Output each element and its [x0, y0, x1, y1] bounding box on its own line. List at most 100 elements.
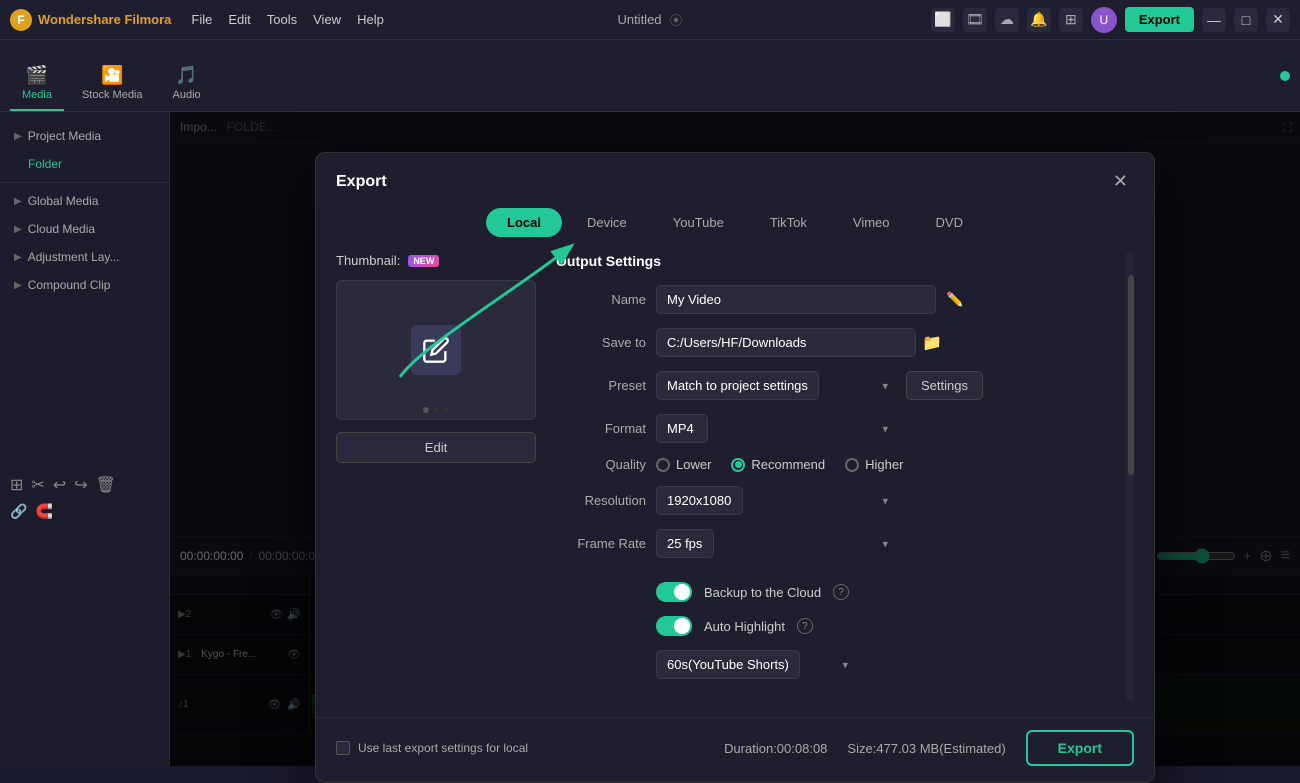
arrow-icon-5: ▶ — [14, 280, 22, 291]
edit-thumbnail-button[interactable]: Edit — [336, 432, 536, 463]
sidebar-item-project-media[interactable]: ▶ Project Media — [0, 122, 169, 150]
quality-options: Lower Recommend Higher — [656, 457, 903, 472]
sidebar-label-cloud-media: Cloud Media — [28, 222, 95, 236]
media-icon: 🎬 — [26, 65, 48, 86]
export-final-button[interactable]: Export — [1026, 730, 1134, 766]
name-input[interactable] — [656, 285, 936, 314]
dot-2 — [433, 407, 439, 413]
tab-local-label: Local — [507, 215, 541, 230]
modal-title: Export — [336, 173, 387, 191]
export-top-button[interactable]: Export — [1125, 7, 1194, 32]
audio-icon: 🎵 — [175, 65, 197, 86]
undo-tool-icon[interactable]: ↩ — [53, 475, 66, 495]
auto-highlight-help-icon[interactable]: ? — [797, 618, 813, 634]
preset-select[interactable]: Match to project settings — [656, 371, 819, 400]
trash-tool-icon[interactable]: 🗑 — [96, 475, 116, 495]
last-export-checkbox[interactable] — [336, 741, 350, 755]
tab-audio[interactable]: 🎵 Audio — [161, 57, 213, 111]
quality-higher-label: Higher — [865, 457, 903, 472]
format-select-wrapper: MP4 MOV AVI — [656, 414, 896, 443]
quality-lower-radio[interactable] — [656, 458, 670, 472]
quality-recommend-option[interactable]: Recommend — [731, 457, 825, 472]
quality-recommend-radio[interactable] — [731, 458, 745, 472]
thumbnail-label-row: Thumbnail: NEW — [336, 253, 536, 268]
backup-help-icon[interactable]: ? — [833, 584, 849, 600]
bell-icon[interactable]: 🔔 — [1027, 8, 1051, 32]
sidebar-bottom-icons: ⊞ ✂ ↩ ↪ 🗑 🔗 🧲 — [0, 469, 170, 526]
quality-higher-radio[interactable] — [845, 458, 859, 472]
logo-icon: F — [10, 9, 32, 31]
menu-tools[interactable]: Tools — [267, 12, 297, 27]
cloud-icon[interactable]: ☁ — [995, 8, 1019, 32]
quality-lower-option[interactable]: Lower — [656, 457, 711, 472]
link-tool-icon[interactable]: 🔗 — [10, 503, 27, 520]
modal-scrollbar-thumb[interactable] — [1128, 275, 1134, 475]
tab-device-label: Device — [587, 215, 627, 230]
ai-edit-icon[interactable]: ✏️ — [946, 291, 963, 308]
browse-folder-icon[interactable]: 📁 — [922, 333, 942, 353]
backup-toggle[interactable] — [656, 582, 692, 602]
modal-body: Thumbnail: NEW — [316, 237, 1154, 717]
close-button[interactable]: ✕ — [1266, 8, 1290, 32]
quality-higher-option[interactable]: Higher — [845, 457, 903, 472]
form-row-save-to: Save to 📁 — [556, 328, 1134, 357]
menu-help[interactable]: Help — [357, 12, 384, 27]
sidebar-item-cloud-media[interactable]: ▶ Cloud Media — [0, 215, 169, 243]
main-area: ▶ Project Media Folder ▶ Global Media ▶ … — [0, 112, 1300, 766]
film-icon[interactable]: 🎞 — [963, 8, 987, 32]
modal-overlay: Export ✕ Local Device YouTube TikTok — [170, 112, 1300, 766]
auto-highlight-label: Auto Highlight — [704, 619, 785, 634]
thumbnail-text: Thumbnail: — [336, 253, 400, 268]
menu-view[interactable]: View — [313, 12, 341, 27]
format-select[interactable]: MP4 MOV AVI — [656, 414, 708, 443]
highlight-type-select[interactable]: 60s(YouTube Shorts) 30s 90s — [656, 650, 800, 679]
tab-youtube[interactable]: YouTube — [652, 208, 745, 237]
user-avatar[interactable]: U — [1091, 7, 1117, 33]
menu-file[interactable]: File — [191, 12, 212, 27]
sidebar-item-global-media[interactable]: ▶ Global Media — [0, 187, 169, 215]
topbar-right: ⬜ 🎞 ☁ 🔔 ⊞ U Export — □ ✕ — [931, 7, 1290, 33]
sidebar-item-adjustment[interactable]: ▶ Adjustment Lay... — [0, 243, 169, 271]
save-to-input-group: 📁 — [656, 328, 1134, 357]
tab-local[interactable]: Local — [486, 208, 562, 237]
name-label: Name — [556, 292, 646, 307]
grid-icon[interactable]: ⊞ — [1059, 8, 1083, 32]
tab-device[interactable]: Device — [566, 208, 648, 237]
scissors-tool-icon[interactable]: ✂ — [31, 475, 44, 495]
arrow-icon: ▶ — [14, 131, 22, 142]
app-name: Wondershare Filmora — [38, 12, 171, 27]
sidebar-label-adjustment: Adjustment Lay... — [28, 250, 120, 264]
footer-left: Use last export settings for local — [336, 741, 528, 755]
resolution-label: Resolution — [556, 493, 646, 508]
tab-vimeo[interactable]: Vimeo — [832, 208, 911, 237]
tab-media[interactable]: 🎬 Media — [10, 57, 64, 111]
minimize-button[interactable]: — — [1202, 8, 1226, 32]
tab-dvd[interactable]: DVD — [915, 208, 984, 237]
dot-3 — [443, 407, 449, 413]
magnet-tool-icon[interactable]: 🧲 — [35, 503, 52, 520]
maximize-button[interactable]: □ — [1234, 8, 1258, 32]
save-to-input[interactable] — [656, 328, 916, 357]
auto-highlight-toggle[interactable] — [656, 616, 692, 636]
frame-rate-select-wrapper: 25 fps 30 fps 60 fps — [656, 529, 896, 558]
redo-tool-icon[interactable]: ↪ — [74, 475, 87, 495]
tab-youtube-label: YouTube — [673, 215, 724, 230]
tab-tiktok[interactable]: TikTok — [749, 208, 828, 237]
grid-tool-icon[interactable]: ⊞ — [10, 475, 23, 495]
content-area: Impo... FOLDE... Media content area ⛶ 00… — [170, 112, 1300, 766]
monitor-icon[interactable]: ⬜ — [931, 8, 955, 32]
resolution-select[interactable]: 1920x1080 1280x720 3840x2160 — [656, 486, 743, 515]
sidebar-item-compound-clip[interactable]: ▶ Compound Clip — [0, 271, 169, 299]
project-title: Untitled — [617, 12, 661, 27]
tab-stock-media[interactable]: 🎦 Stock Media — [70, 57, 155, 111]
modal-close-button[interactable]: ✕ — [1107, 169, 1134, 194]
modal-scrollbar[interactable] — [1126, 253, 1134, 701]
preset-label: Preset — [556, 378, 646, 393]
save-to-label: Save to — [556, 335, 646, 350]
frame-rate-select[interactable]: 25 fps 30 fps 60 fps — [656, 529, 714, 558]
tab-vimeo-label: Vimeo — [853, 215, 890, 230]
settings-button[interactable]: Settings — [906, 371, 983, 400]
modal-left-panel: Thumbnail: NEW — [336, 253, 536, 701]
menu-edit[interactable]: Edit — [228, 12, 250, 27]
sidebar-item-folder[interactable]: Folder — [0, 150, 169, 178]
